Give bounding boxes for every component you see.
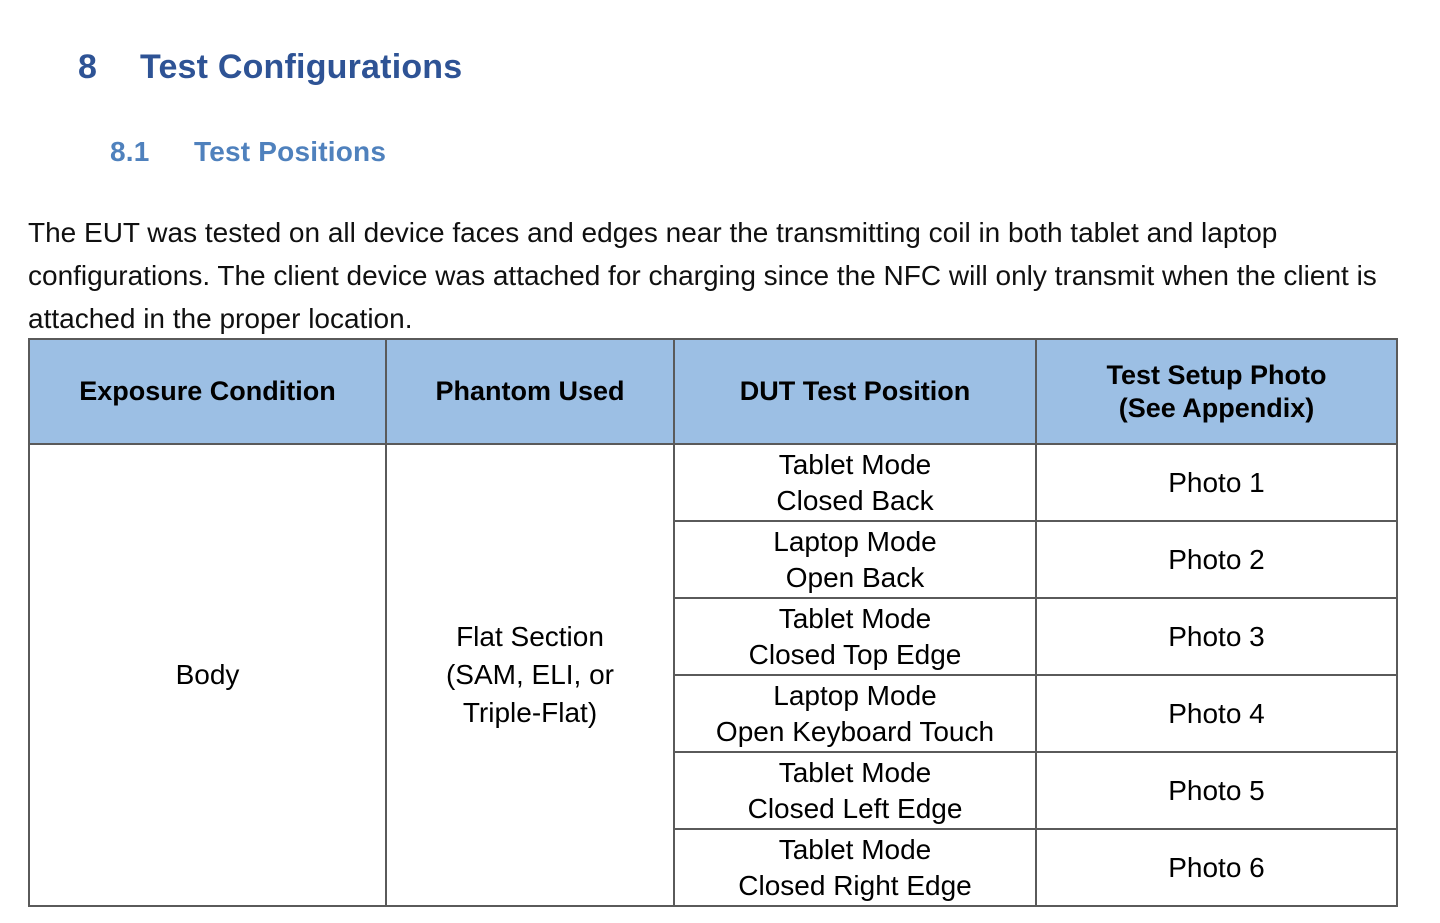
- subsection-title: Test Positions: [194, 136, 387, 167]
- column-header-phantom-used: Phantom Used: [385, 338, 675, 445]
- table-header-row: Exposure Condition Phantom Used DUT Test…: [28, 338, 1398, 445]
- position-line2: Closed Left Edge: [747, 792, 963, 824]
- cell-test-setup-photo: Photo 3: [1035, 597, 1398, 676]
- cell-test-setup-photo: Photo 4: [1035, 674, 1398, 753]
- position-line1: Laptop Mode: [773, 679, 937, 711]
- cell-dut-test-position: Laptop Mode Open Keyboard Touch: [673, 674, 1037, 753]
- cell-exposure-condition: Body: [28, 443, 387, 907]
- cell-test-setup-photo: Photo 6: [1035, 828, 1398, 907]
- position-line1: Tablet Mode: [778, 833, 932, 865]
- column-header-photo-line2: (See Appendix): [1118, 392, 1315, 423]
- position-line2: Open Back: [785, 561, 925, 593]
- section-number: 8: [78, 48, 98, 86]
- cell-dut-test-position: Tablet Mode Closed Right Edge: [673, 828, 1037, 907]
- section-title: Test Configurations: [140, 48, 463, 86]
- phantom-used-line1: Flat Section: [456, 621, 604, 652]
- subsection-heading-8-1: 8.1 Test Positions: [110, 136, 386, 168]
- position-line1: Laptop Mode: [773, 525, 937, 557]
- body-paragraph: The EUT was tested on all device faces a…: [28, 217, 1377, 334]
- position-line1: Tablet Mode: [778, 756, 932, 788]
- position-line1: Tablet Mode: [778, 602, 932, 634]
- section-heading-8: 8 Test Configurations: [78, 48, 462, 87]
- cell-test-setup-photo: Photo 1: [1035, 443, 1398, 522]
- cell-dut-test-position: Tablet Mode Closed Top Edge: [673, 597, 1037, 676]
- position-line2: Closed Right Edge: [738, 869, 972, 901]
- position-line2: Closed Top Edge: [748, 638, 962, 670]
- subsection-number: 8.1: [110, 136, 150, 167]
- column-header-test-setup-photo: Test Setup Photo (See Appendix): [1035, 338, 1398, 445]
- cell-test-setup-photo: Photo 5: [1035, 751, 1398, 830]
- table-body: Body Flat Section (SAM, ELI, or Triple-F…: [28, 443, 1398, 907]
- table-header: Exposure Condition Phantom Used DUT Test…: [28, 338, 1398, 445]
- cell-phantom-used: Flat Section (SAM, ELI, or Triple-Flat): [385, 443, 675, 907]
- position-line1: Tablet Mode: [778, 448, 932, 480]
- column-header-dut-test-position: DUT Test Position: [673, 338, 1037, 445]
- column-header-photo-line1: Test Setup Photo: [1106, 359, 1327, 390]
- phantom-used-line3: Triple-Flat): [462, 697, 598, 728]
- table-row: Body Flat Section (SAM, ELI, or Triple-F…: [28, 443, 1398, 907]
- column-header-exposure-condition: Exposure Condition: [28, 338, 387, 445]
- document-page: 8 Test Configurations 8.1 Test Positions T…: [0, 0, 1440, 923]
- test-positions-table: Exposure Condition Phantom Used DUT Test…: [28, 338, 1398, 907]
- phantom-used-line2: (SAM, ELI, or: [445, 659, 615, 690]
- cell-dut-test-position: Tablet Mode Closed Back: [673, 443, 1037, 522]
- cell-test-setup-photo: Photo 2: [1035, 520, 1398, 599]
- position-line2: Open Keyboard Touch: [715, 715, 995, 747]
- test-positions-table-container: Exposure Condition Phantom Used DUT Test…: [28, 338, 1398, 907]
- cell-dut-test-position: Tablet Mode Closed Left Edge: [673, 751, 1037, 830]
- position-line2: Closed Back: [776, 484, 934, 516]
- cell-dut-test-position: Laptop Mode Open Back: [673, 520, 1037, 599]
